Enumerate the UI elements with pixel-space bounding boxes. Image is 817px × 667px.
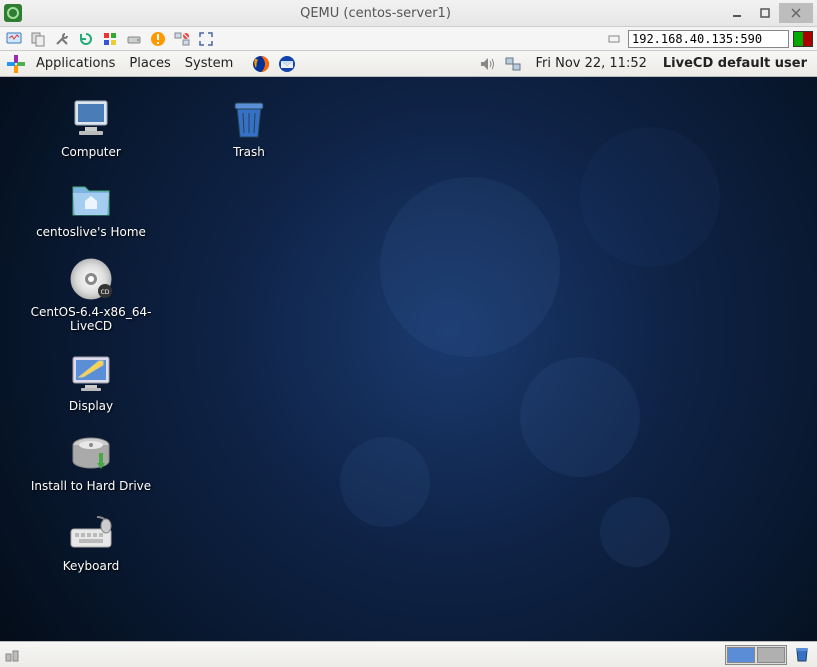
desktop-icon-label: Install to Hard Drive (16, 479, 166, 493)
svg-text:CD: CD (101, 289, 110, 296)
places-menu[interactable]: Places (125, 56, 174, 71)
window-title: QEMU (centos-server1) (28, 6, 723, 21)
computer-icon (67, 95, 115, 143)
vm-display: Applications Places System Fri Nov 22, 1… (0, 51, 817, 667)
gnome-panel-top: Applications Places System Fri Nov 22, 1… (0, 51, 817, 77)
warning-icon[interactable] (148, 29, 168, 49)
desktop[interactable]: Computer Trash centoslive's Home CD Cent… (0, 77, 817, 641)
workspace-switcher[interactable] (725, 645, 787, 665)
trash-desktop-icon[interactable]: Trash (174, 95, 324, 159)
desktop-icon-label: Computer (16, 145, 166, 159)
centos-logo-icon[interactable] (6, 54, 26, 74)
home-desktop-icon[interactable]: centoslive's Home (16, 175, 166, 239)
folder-home-icon (67, 175, 115, 223)
applications-menu[interactable]: Applications (32, 56, 119, 71)
connect-icon[interactable] (604, 29, 624, 49)
volume-icon[interactable] (477, 54, 497, 74)
user-menu[interactable]: LiveCD default user (659, 56, 811, 71)
trash-icon (225, 95, 273, 143)
system-menu[interactable]: System (181, 56, 237, 71)
close-button[interactable] (779, 3, 813, 23)
copy-icon[interactable] (28, 29, 48, 49)
harddrive-icon (67, 429, 115, 477)
monitor-icon[interactable] (4, 29, 24, 49)
desktop-icon-label: Display (16, 399, 166, 413)
livecd-desktop-icon[interactable]: CD CentOS-6.4-x86_64-LiveCD (16, 255, 166, 334)
panel-trash-icon[interactable] (793, 645, 813, 665)
keyboard-desktop-icon[interactable]: Keyboard (16, 509, 166, 573)
gnome-panel-bottom (0, 641, 817, 667)
fullscreen-icon[interactable] (196, 29, 216, 49)
display-desktop-icon[interactable]: Display (16, 349, 166, 413)
desktop-icon-label: centoslive's Home (16, 225, 166, 239)
display-icon (67, 349, 115, 397)
keyboard-icon (67, 509, 115, 557)
workspace-1[interactable] (727, 647, 755, 663)
host-titlebar: QEMU (centos-server1) (0, 0, 817, 27)
ip-address-input[interactable] (628, 30, 789, 48)
windows-key-icon[interactable] (100, 29, 120, 49)
network-icon[interactable] (172, 29, 192, 49)
refresh-icon[interactable] (76, 29, 96, 49)
desktop-icon-label: Trash (174, 145, 324, 159)
workspace-2[interactable] (757, 647, 785, 663)
drive-icon[interactable] (124, 29, 144, 49)
status-indicator (793, 31, 813, 47)
computer-desktop-icon[interactable]: Computer (16, 95, 166, 159)
qemu-app-icon (4, 4, 22, 22)
desktop-icon-label: Keyboard (16, 559, 166, 573)
cd-icon: CD (67, 255, 115, 303)
thunderbird-icon[interactable] (277, 54, 297, 74)
desktop-icon-label: CentOS-6.4-x86_64-LiveCD (16, 305, 166, 334)
install-desktop-icon[interactable]: Install to Hard Drive (16, 429, 166, 493)
firefox-icon[interactable] (251, 54, 271, 74)
maximize-button[interactable] (751, 3, 779, 23)
clock[interactable]: Fri Nov 22, 11:52 (529, 56, 652, 71)
tools-icon[interactable] (52, 29, 72, 49)
show-desktop-icon[interactable] (4, 647, 22, 663)
qemu-toolbar (0, 27, 817, 51)
window-controls (723, 3, 813, 23)
network-status-icon[interactable] (503, 54, 523, 74)
minimize-button[interactable] (723, 3, 751, 23)
